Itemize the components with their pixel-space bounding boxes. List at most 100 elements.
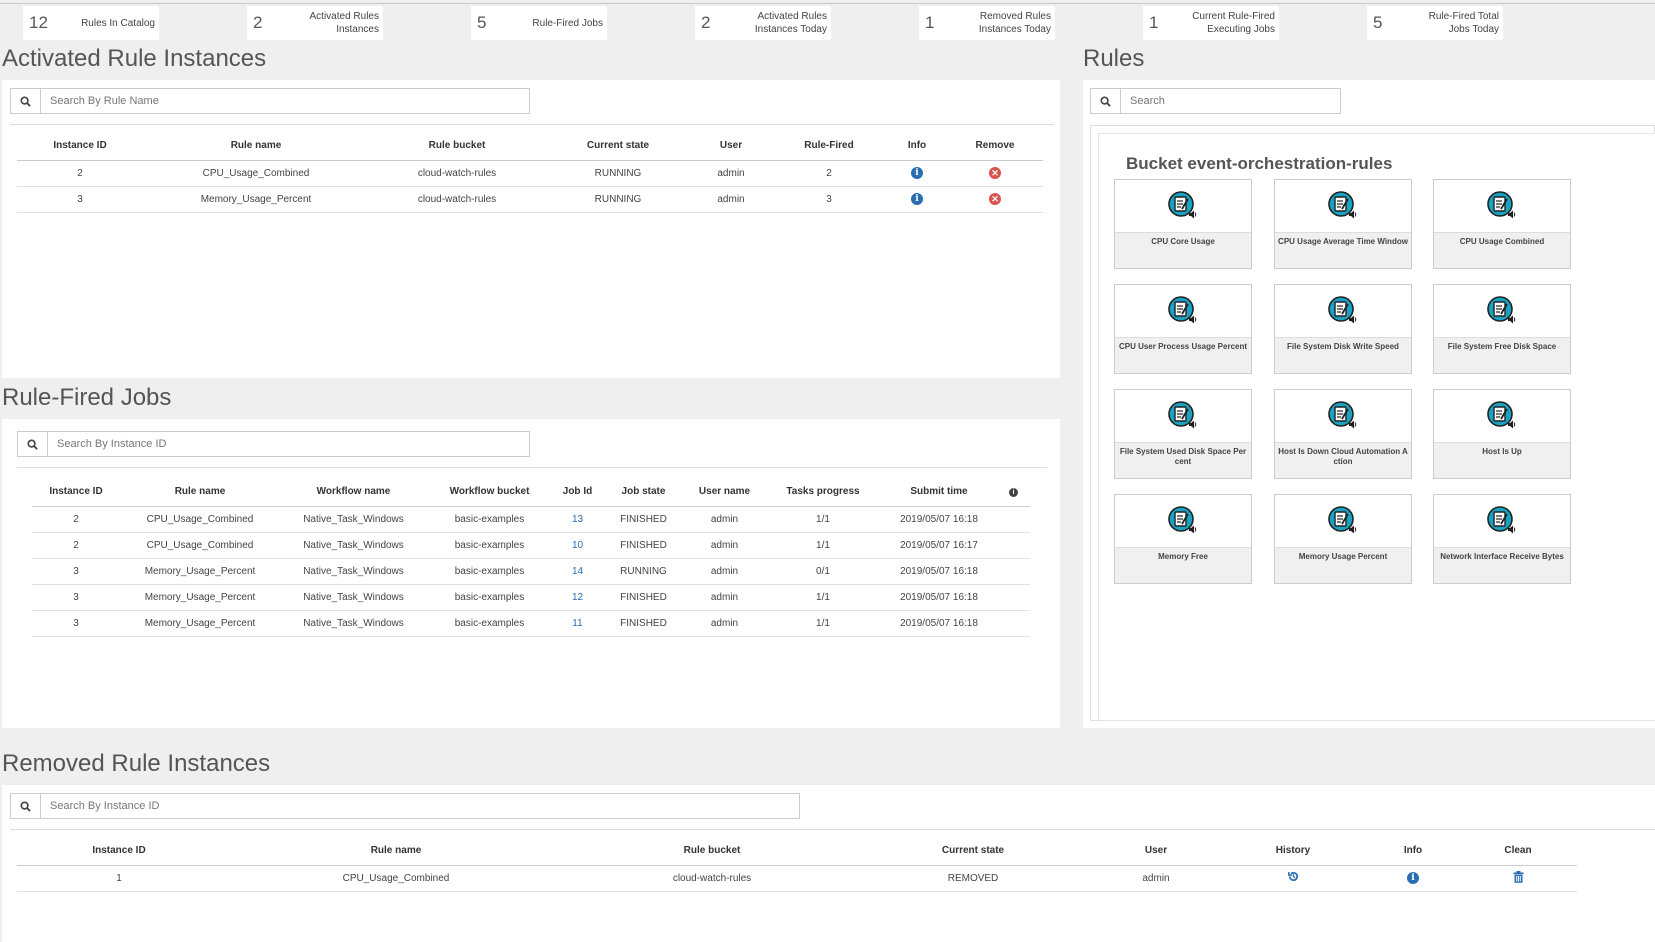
col-rule-name[interactable]: Rule name: [120, 478, 280, 507]
fired-jobs-panel: Instance ID Rule name Workflow name Work…: [2, 419, 1060, 728]
col-submit-time[interactable]: Submit time: [881, 478, 997, 507]
table-row[interactable]: 2 CPU_Usage_Combined Native_Task_Windows…: [32, 532, 1030, 559]
cell-submit-time: 2019/05/07 16:17: [881, 532, 997, 559]
rule-card[interactable]: Host Is Down Cloud Automation Action: [1274, 389, 1412, 479]
info-icon[interactable]: i: [1407, 872, 1419, 884]
col-info: Info: [887, 132, 947, 161]
cell-workflow-name: Native_Task_Windows: [280, 610, 427, 637]
divider: [10, 829, 1655, 830]
activated-search-input[interactable]: [41, 90, 529, 112]
col-user[interactable]: User: [1093, 837, 1219, 866]
rule-icon: [1168, 506, 1197, 534]
cell-tasks-progress: 1/1: [765, 584, 881, 611]
stat-activated-today: 2 Activated Rules Instances Today: [695, 6, 831, 40]
cell-workflow-name: Native_Task_Windows: [280, 584, 427, 611]
job-id-link[interactable]: 13: [552, 506, 603, 533]
col-rule-name[interactable]: Rule name: [143, 132, 369, 161]
job-id-link[interactable]: 12: [552, 584, 603, 611]
table-row[interactable]: 3 Memory_Usage_Percent Native_Task_Windo…: [32, 558, 1030, 585]
col-current-state[interactable]: Current state: [545, 132, 691, 161]
rule-card[interactable]: Memory Free: [1114, 494, 1252, 584]
history-icon[interactable]: [1287, 871, 1300, 886]
rule-card[interactable]: CPU Core Usage: [1114, 179, 1252, 269]
rule-card[interactable]: File System Disk Write Speed: [1274, 284, 1412, 374]
job-id-link[interactable]: 14: [552, 558, 603, 585]
info-icon[interactable]: i: [1009, 488, 1018, 498]
col-instance-id[interactable]: Instance ID: [32, 478, 120, 507]
stat-total-jobs-today: 5 Rule-Fired Total Jobs Today: [1367, 6, 1503, 40]
rule-card-label: CPU Core Usage: [1151, 237, 1215, 246]
removed-table: Instance ID Rule name Rule bucket Curren…: [17, 837, 1577, 892]
rule-card[interactable]: Memory Usage Percent: [1274, 494, 1412, 584]
cell-rule-name: CPU_Usage_Combined: [221, 865, 571, 892]
stat-label: Removed Rules Instances Today: [978, 11, 1051, 35]
cell-submit-time: 2019/05/07 16:18: [881, 558, 997, 585]
job-id-link[interactable]: 10: [552, 532, 603, 559]
stat-value: 1: [1149, 13, 1159, 32]
col-rule-fired[interactable]: Rule-Fired: [771, 132, 887, 161]
stat-rules-in-catalog: 12 Rules In Catalog: [23, 6, 159, 40]
cell-state: RUNNING: [545, 160, 691, 187]
rule-card-header: [1115, 495, 1251, 548]
table-row[interactable]: 3 Memory_Usage_Percent cloud-watch-rules…: [17, 186, 1043, 213]
job-id-link[interactable]: 11: [552, 610, 603, 637]
table-row[interactable]: 2 CPU_Usage_Combined cloud-watch-rules R…: [17, 160, 1043, 187]
col-rule-bucket[interactable]: Rule bucket: [571, 837, 853, 866]
table-row[interactable]: 3 Memory_Usage_Percent Native_Task_Windo…: [32, 584, 1030, 611]
trash-icon[interactable]: [1513, 870, 1524, 886]
rule-card[interactable]: CPU User Process Usage Percent: [1114, 284, 1252, 374]
stat-label: Activated Rules Instances Today: [754, 11, 827, 35]
cell-instance-id: 2: [32, 506, 120, 533]
cell-workflow-bucket: basic-examples: [427, 584, 552, 611]
cell-rule-name: CPU_Usage_Combined: [143, 160, 369, 187]
cell-rule-name: Memory_Usage_Percent: [120, 558, 280, 585]
cell-user: admin: [691, 160, 771, 187]
table-row[interactable]: 1 CPU_Usage_Combined cloud-watch-rules R…: [17, 865, 1577, 892]
cell-empty: [997, 584, 1030, 611]
info-icon[interactable]: i: [911, 193, 923, 205]
cell-job-state: RUNNING: [603, 558, 684, 585]
rule-card[interactable]: File System Used Disk Space Percent: [1114, 389, 1252, 479]
col-rule-bucket[interactable]: Rule bucket: [369, 132, 545, 161]
fired-jobs-search-input[interactable]: [48, 433, 529, 455]
cell-submit-time: 2019/05/07 16:18: [881, 610, 997, 637]
cell-job-state: FINISHED: [603, 584, 684, 611]
cell-history: [1219, 865, 1367, 892]
col-current-state[interactable]: Current state: [853, 837, 1093, 866]
stat-label: Rule-Fired Total Jobs Today: [1428, 11, 1499, 35]
activated-table: Instance ID Rule name Rule bucket Curren…: [17, 132, 1043, 213]
cell-user-name: admin: [684, 558, 765, 585]
fired-jobs-section-title: Rule-Fired Jobs: [2, 384, 172, 411]
rule-card[interactable]: Host Is Up: [1433, 389, 1571, 479]
col-job-state[interactable]: Job state: [603, 478, 684, 507]
remove-icon[interactable]: ✕: [989, 167, 1001, 179]
col-tasks-progress[interactable]: Tasks progress: [765, 478, 881, 507]
cell-instance-id: 3: [17, 186, 143, 213]
rule-card[interactable]: CPU Usage Average Time Window: [1274, 179, 1412, 269]
table-row[interactable]: 3 Memory_Usage_Percent Native_Task_Windo…: [32, 610, 1030, 637]
remove-icon[interactable]: ✕: [989, 193, 1001, 205]
col-user[interactable]: User: [691, 132, 771, 161]
rules-search-input[interactable]: [1121, 90, 1340, 112]
rule-card[interactable]: File System Free Disk Space: [1433, 284, 1571, 374]
cell-user-name: admin: [684, 584, 765, 611]
col-job-id[interactable]: Job Id: [552, 478, 603, 507]
col-instance-id[interactable]: Instance ID: [17, 132, 143, 161]
stat-label: Activated Rules Instances: [309, 11, 379, 35]
cell-tasks-progress: 1/1: [765, 532, 881, 559]
rule-card[interactable]: CPU Usage Combined: [1433, 179, 1571, 269]
col-user-name[interactable]: User name: [684, 478, 765, 507]
col-workflow-bucket[interactable]: Workflow bucket: [427, 478, 552, 507]
rule-icon: [1487, 401, 1516, 429]
cell-tasks-progress: 1/1: [765, 610, 881, 637]
col-workflow-name[interactable]: Workflow name: [280, 478, 427, 507]
col-rule-name[interactable]: Rule name: [221, 837, 571, 866]
cell-user: admin: [1093, 865, 1219, 892]
info-icon[interactable]: i: [911, 167, 923, 179]
removed-search-input[interactable]: [41, 795, 799, 817]
table-row[interactable]: 2 CPU_Usage_Combined Native_Task_Windows…: [32, 506, 1030, 533]
col-instance-id[interactable]: Instance ID: [17, 837, 221, 866]
cell-rule-fired: 2: [771, 160, 887, 187]
fired-jobs-search: [17, 431, 530, 457]
rule-card[interactable]: Network Interface Receive Bytes: [1433, 494, 1571, 584]
